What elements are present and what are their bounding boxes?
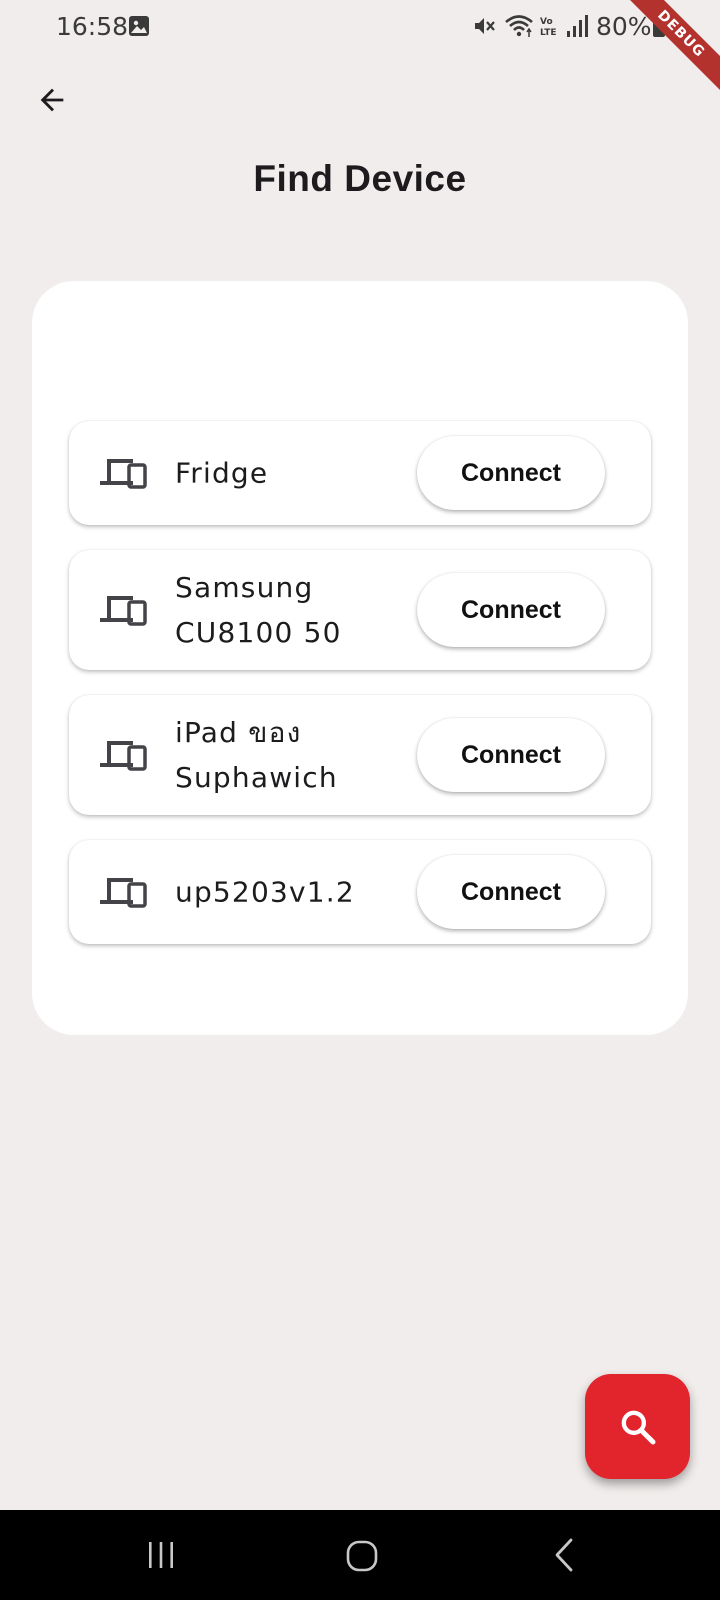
page-title: Find Device (253, 158, 467, 199)
devices-icon (100, 878, 147, 908)
search-fab[interactable] (585, 1374, 690, 1479)
status-time: 16:58 (56, 12, 129, 41)
find-device-screen: 16:58 Vo LTE 80% DEBUG Find Device Fridg… (0, 0, 720, 1600)
svg-text:Vo: Vo (540, 17, 553, 27)
device-row-fridge: Fridge Connect (69, 421, 651, 525)
volte-icon: Vo LTE (540, 17, 557, 38)
status-bar: 16:58 Vo LTE 80% (0, 0, 720, 52)
debug-banner-label: DEBUG (630, 0, 720, 90)
devices-icon (100, 459, 147, 489)
signal-icon (567, 15, 588, 37)
arrow-back-icon (40, 88, 64, 112)
connect-button[interactable]: Connect (417, 573, 605, 647)
connect-button[interactable]: Connect (417, 718, 605, 792)
debug-banner: DEBUG (630, 0, 720, 90)
back-button[interactable] (28, 76, 76, 124)
system-nav-bar (0, 1510, 720, 1600)
device-row-ipad: iPad ของ Suphawich Connect (69, 695, 651, 815)
home-icon[interactable] (346, 1540, 378, 1572)
connect-button[interactable]: Connect (417, 855, 605, 929)
connect-button[interactable]: Connect (417, 436, 605, 510)
device-row-up5203: up5203v1.2 Connect (69, 840, 651, 944)
search-icon (621, 1410, 655, 1444)
recents-icon[interactable] (146, 1540, 176, 1570)
back-icon[interactable] (552, 1538, 576, 1572)
device-name: Samsung CU8100 50 (175, 571, 342, 649)
mute-icon (475, 18, 495, 34)
device-name: up5203v1.2 (175, 875, 355, 909)
wifi-icon (505, 15, 533, 37)
device-row-samsung: Samsung CU8100 50 Connect (69, 550, 651, 670)
device-list: Fridge Connect Samsung CU8100 50 Connect (69, 421, 651, 969)
devices-icon (100, 596, 147, 626)
svg-text:LTE: LTE (540, 28, 557, 38)
device-name: iPad ของ Suphawich (175, 716, 338, 794)
gallery-icon (129, 16, 149, 36)
device-list-card: Fridge Connect Samsung CU8100 50 Connect (32, 281, 688, 1035)
devices-icon (100, 741, 147, 771)
device-name: Fridge (175, 456, 269, 490)
